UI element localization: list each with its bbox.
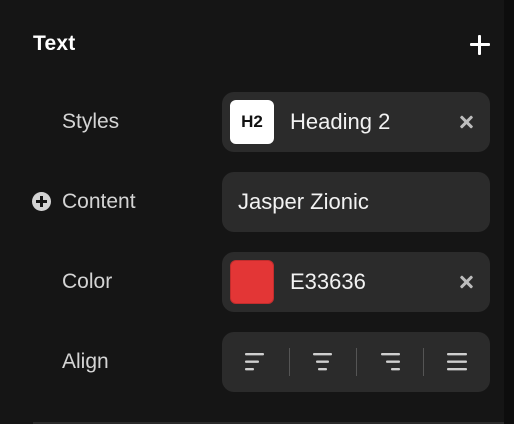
align-segmented-control [222,332,490,392]
align-center-button[interactable] [289,332,356,392]
add-property-button[interactable] [468,33,492,57]
content-value: Jasper Zionic [238,189,369,214]
align-label: Align [62,350,109,373]
color-picker-field[interactable]: E33636 [222,252,490,312]
styles-label: Styles [62,110,120,133]
clear-color-button[interactable] [458,274,474,290]
section-title: Text [33,32,76,55]
align-right-icon [381,353,400,371]
text-properties-panel: Text Styles H2 Heading 2 Content Jasper … [0,0,514,424]
align-center-icon [313,353,332,371]
color-hex-value: E33636 [290,269,366,294]
content-label: Content [62,190,136,213]
content-input[interactable]: Jasper Zionic [222,172,490,232]
color-label: Color [62,270,113,293]
styles-select[interactable]: H2 Heading 2 [222,92,490,152]
clear-style-button[interactable] [458,114,474,130]
align-justify-icon [447,353,467,371]
heading-style-badge: H2 [230,100,274,144]
color-swatch[interactable] [230,260,274,304]
align-right-button[interactable] [356,332,423,392]
align-left-icon [245,353,264,371]
align-left-button[interactable] [222,332,289,392]
align-justify-button[interactable] [423,332,490,392]
plus-circle-icon[interactable] [32,192,51,211]
styles-value: Heading 2 [290,109,391,134]
